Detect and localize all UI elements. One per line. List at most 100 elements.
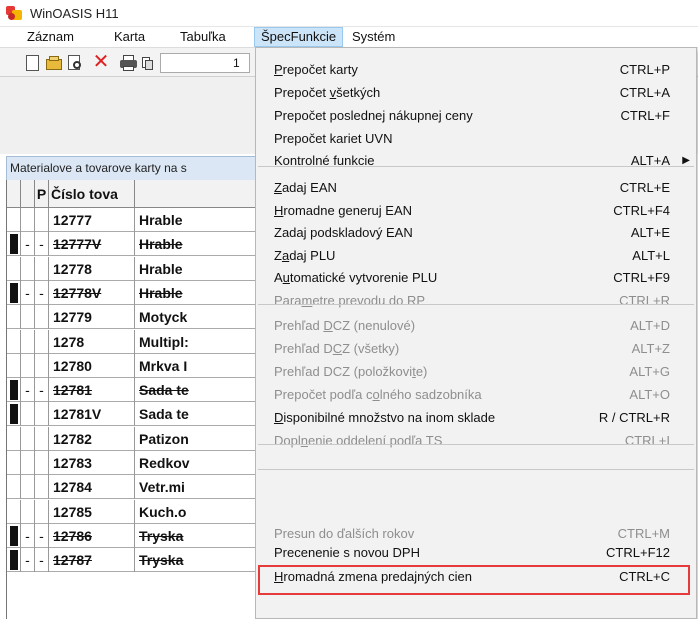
menu-item-9[interactable]: Automatické vytvorenie PLU CTRL+F9 [256, 266, 696, 289]
menu-zaznam[interactable]: Záznam [21, 27, 80, 47]
table-row[interactable]: - -12778V Hrable [7, 280, 266, 305]
row-flag-d [21, 329, 35, 354]
table-row[interactable]: 12784 Vetr.mi [7, 475, 266, 500]
table-row[interactable]: 12777 Hrable [7, 208, 266, 232]
menu-tabulka[interactable]: Tabuľka [174, 27, 232, 47]
menu-system[interactable]: Systém [346, 27, 401, 47]
row-flag-d [21, 256, 35, 281]
menu-karta[interactable]: Karta [108, 27, 151, 47]
table-row[interactable]: 12781V Sada te [7, 402, 266, 427]
row-flag-d: - [21, 378, 35, 403]
menu-item-shortcut: CTRL+F4 [613, 203, 670, 218]
menu-item-shortcut: CTRL+C [619, 569, 670, 584]
grid-header-p[interactable]: P [35, 180, 49, 208]
menu-item-12[interactable]: Prehľad DCZ (všetky) ALT+Z [256, 337, 696, 360]
menu-bar: Záznam Karta Tabuľka ŠpecFunkcie Systém [0, 27, 698, 47]
row-item-number: 12784 [49, 475, 135, 500]
row-flag-p: - [35, 378, 49, 403]
row-item-number: 12777V [49, 232, 135, 257]
menu-separator [258, 304, 694, 305]
table-row[interactable]: 12778 Hrable [7, 256, 266, 281]
grid-header-number[interactable]: Číslo tova [49, 180, 135, 208]
menu-item-0[interactable]: Prepočet karty CTRL+P [256, 58, 696, 81]
menu-item-10[interactable]: Parametre prevodu do RP CTRL+R [256, 289, 696, 312]
menu-item-shortcut: CTRL+R [619, 293, 670, 308]
row-flag-d [21, 402, 35, 427]
table-row[interactable]: 12783 Redkov [7, 451, 266, 475]
row-item-name: Kuch.o [139, 503, 187, 520]
table-row[interactable]: 12782 Patizon [7, 426, 266, 451]
delete-icon[interactable]: ✕ [92, 51, 110, 73]
toolbar-field[interactable]: 1 [160, 53, 250, 73]
table-row[interactable]: - -12777V Hrable [7, 232, 266, 257]
open-folder-icon[interactable] [46, 54, 64, 72]
row-flag-p [35, 451, 49, 475]
row-item-name: Hrable [139, 284, 183, 301]
row-item-number: 12778 [49, 256, 135, 281]
row-flag-p: - [35, 280, 49, 305]
menu-item-18[interactable]: Precenenie s novou DPH CTRL+F12 [256, 541, 696, 564]
menu-item-16[interactable]: Doplnenie oddelení podľa TS CTRL+I [256, 429, 696, 452]
menu-item-1[interactable]: Prepočet všetkých CTRL+A [256, 81, 696, 104]
row-item-number: 12782 [49, 426, 135, 451]
menu-item-shortcut: CTRL+F [620, 108, 670, 123]
title-bar: WinOASIS H11 [0, 0, 698, 27]
menu-item-label: Prehľad DCZ (položkovite) [274, 364, 428, 379]
copy-icon[interactable] [141, 54, 159, 72]
menu-specfunkcie[interactable]: ŠpecFunkcie [254, 27, 344, 47]
row-item-name: Tryska [139, 552, 184, 569]
menu-item-label: Hromadne generuj EAN [274, 203, 413, 218]
row-item-name: Sada te [139, 406, 189, 423]
menu-item-8[interactable]: Zadaj PLU ALT+L [256, 244, 696, 267]
menu-item-6[interactable]: Hromadne generuj EAN CTRL+F4 [256, 199, 696, 222]
menu-item-7[interactable]: Zadaj podskladový EAN ALT+E [256, 221, 696, 244]
row-flag-d [21, 451, 35, 475]
print-preview-icon[interactable] [67, 54, 85, 72]
row-flag-p: - [35, 548, 49, 573]
row-indicator [7, 378, 21, 403]
row-indicator [7, 475, 21, 500]
menu-item-label: Disponibilné množstvo na inom sklade [274, 410, 496, 425]
row-indicator [7, 523, 21, 548]
printer-icon[interactable] [120, 54, 138, 72]
row-indicator [7, 232, 21, 257]
row-item-number: 1278 [49, 329, 135, 354]
menu-item-15[interactable]: Disponibilné množstvo na inom sklade R / … [256, 406, 696, 429]
row-indicator [7, 280, 21, 305]
menu-item-5[interactable]: Zadaj EAN CTRL+E [256, 176, 696, 199]
row-item-number: 12787 [49, 548, 135, 573]
table-row[interactable]: 12785 Kuch.o [7, 499, 266, 524]
row-item-number: 12779 [49, 305, 135, 330]
row-indicator [7, 329, 21, 354]
menu-item-label: Prepočet podľa colného sadzobníka [274, 387, 482, 402]
menu-item-shortcut: ALT+O [629, 387, 670, 402]
menu-item-shortcut: CTRL+F12 [606, 545, 670, 560]
table-row[interactable]: - -12787 Tryska [7, 548, 266, 573]
row-flag-d [21, 426, 35, 451]
menu-item-shortcut: CTRL+F9 [613, 270, 670, 285]
menu-item-label: Doplnenie oddelení podľa TS [274, 433, 443, 448]
row-item-number: 12780 [49, 353, 135, 378]
row-flag-d [21, 305, 35, 330]
menu-item-4[interactable]: Kontrolné funkcie ALT+A ▶ [256, 149, 696, 172]
submenu-arrow-icon: ▶ [682, 155, 690, 166]
table-row[interactable]: 12779 Motyck [7, 305, 266, 330]
row-item-number: 12786 [49, 523, 135, 548]
new-document-icon[interactable] [26, 55, 39, 71]
menu-item-11[interactable]: Prehľad DCZ (nenulové) ALT+D [256, 314, 696, 337]
menu-item-label: Prehľad DCZ (nenulové) [274, 318, 416, 333]
table-row[interactable]: - -12786 Tryska [7, 523, 266, 548]
table-row[interactable]: 1278 Multipl: [7, 329, 266, 354]
menu-item-label: Parametre prevodu do RP [274, 293, 426, 308]
table-row[interactable]: 12780 Mrkva I [7, 353, 266, 378]
row-indicator [7, 402, 21, 427]
menu-item-13[interactable]: Prehľad DCZ (položkovite) ALT+G [256, 360, 696, 383]
menu-item-3[interactable]: Prepočet kariet UVN [256, 127, 696, 150]
menu-item-14[interactable]: Prepočet podľa colného sadzobníka ALT+O [256, 383, 696, 406]
table-row[interactable]: - -12781 Sada te [7, 378, 266, 403]
menu-item-2[interactable]: Prepočet poslednej nákupnej ceny CTRL+F [256, 104, 696, 127]
panel-caption: Materialove a tovarove karty na s [6, 156, 256, 180]
row-item-number: 12781 [49, 378, 135, 403]
menu-item-19[interactable]: Hromadná zmena predajných cien CTRL+C [256, 565, 696, 588]
row-indicator [7, 451, 21, 475]
